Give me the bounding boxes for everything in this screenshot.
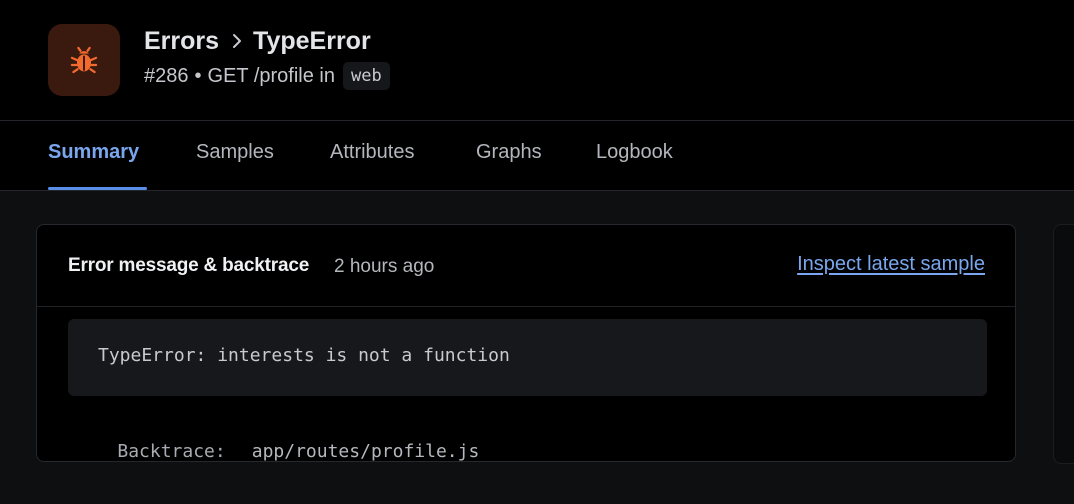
bug-icon bbox=[48, 24, 120, 96]
inspect-latest-sample-link[interactable]: Inspect latest sample bbox=[797, 253, 985, 276]
tab-graphs[interactable]: Graphs bbox=[476, 141, 542, 164]
error-message-box: TypeError: interests is not a function bbox=[68, 319, 987, 396]
error-message: TypeError: interests is not a function bbox=[98, 345, 510, 366]
active-tab-indicator bbox=[48, 187, 147, 190]
breadcrumb: Errors TypeError bbox=[144, 27, 371, 56]
chevron-right-icon bbox=[231, 27, 243, 56]
backtrace-label: Backtrace: bbox=[117, 441, 226, 462]
breadcrumb-current: TypeError bbox=[253, 27, 371, 55]
tab-attributes[interactable]: Attributes bbox=[330, 141, 414, 164]
environment-badge: web bbox=[342, 62, 390, 90]
error-card: Error message & backtrace 2 hours ago In… bbox=[36, 224, 1016, 462]
timestamp: 2 hours ago bbox=[334, 256, 435, 277]
tab-samples[interactable]: Samples bbox=[196, 141, 274, 164]
issue-subtitle: #286 • GET /profile in web bbox=[144, 62, 390, 90]
separator-dot: • bbox=[194, 64, 202, 87]
issue-number: #286 bbox=[144, 64, 189, 87]
backtrace: Backtrace: app/routes/profile.js bbox=[74, 420, 479, 483]
side-panel bbox=[1053, 224, 1074, 464]
card-header: Error message & backtrace 2 hours ago In… bbox=[37, 225, 1015, 307]
breadcrumb-errors[interactable]: Errors bbox=[144, 27, 219, 56]
header: Errors TypeError #286 • GET /profile in … bbox=[0, 0, 1074, 121]
tab-bar: Summary Samples Attributes Graphs Logboo… bbox=[0, 121, 1074, 191]
tab-logbook[interactable]: Logbook bbox=[596, 141, 673, 164]
tab-summary[interactable]: Summary bbox=[48, 141, 139, 164]
issue-action: GET /profile in bbox=[207, 64, 335, 87]
backtrace-path[interactable]: app/routes/profile.js bbox=[252, 441, 480, 462]
card-title: Error message & backtrace bbox=[68, 255, 310, 276]
